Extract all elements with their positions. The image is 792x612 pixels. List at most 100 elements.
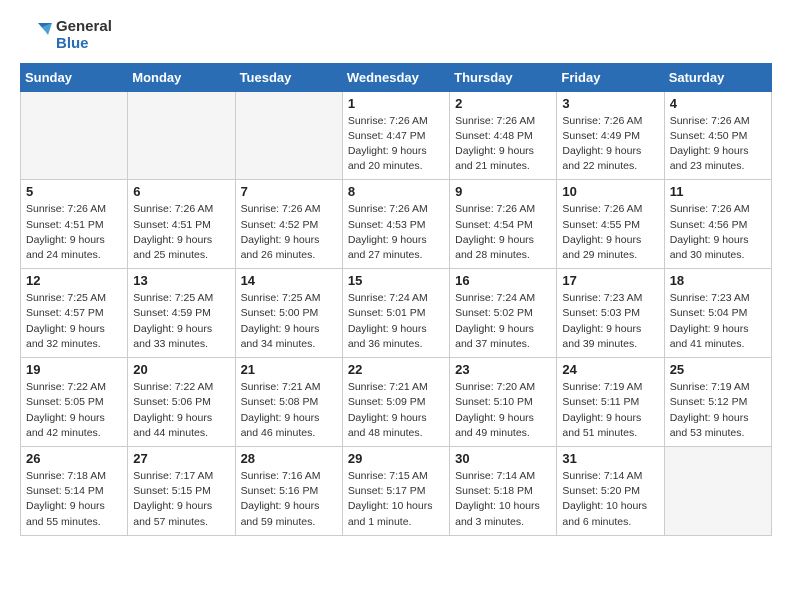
- calendar-cell: 1 Sunrise: 7:26 AMSunset: 4:47 PMDaylight…: [342, 91, 449, 180]
- day-number: 2: [455, 96, 551, 111]
- calendar-cell: 24 Sunrise: 7:19 AMSunset: 5:11 PMDayligh…: [557, 358, 664, 447]
- weekday-header: Thursday: [450, 63, 557, 91]
- calendar-cell: 23 Sunrise: 7:20 AMSunset: 5:10 PMDayligh…: [450, 358, 557, 447]
- calendar-week-row: 12 Sunrise: 7:25 AMSunset: 4:57 PMDayligh…: [21, 269, 772, 358]
- calendar-cell: 15 Sunrise: 7:24 AMSunset: 5:01 PMDayligh…: [342, 269, 449, 358]
- calendar-cell: 28 Sunrise: 7:16 AMSunset: 5:16 PMDayligh…: [235, 447, 342, 536]
- day-info: Sunrise: 7:19 AMSunset: 5:11 PMDaylight:…: [562, 380, 658, 441]
- day-info: Sunrise: 7:15 AMSunset: 5:17 PMDaylight:…: [348, 469, 444, 530]
- day-info: Sunrise: 7:14 AMSunset: 5:20 PMDaylight:…: [562, 469, 658, 530]
- calendar-cell: [235, 91, 342, 180]
- day-info: Sunrise: 7:20 AMSunset: 5:10 PMDaylight:…: [455, 380, 551, 441]
- day-info: Sunrise: 7:26 AMSunset: 4:55 PMDaylight:…: [562, 202, 658, 263]
- calendar-cell: [21, 91, 128, 180]
- calendar-cell: 10 Sunrise: 7:26 AMSunset: 4:55 PMDayligh…: [557, 180, 664, 269]
- calendar-cell: 9 Sunrise: 7:26 AMSunset: 4:54 PMDaylight…: [450, 180, 557, 269]
- day-number: 15: [348, 273, 444, 288]
- weekday-header: Sunday: [21, 63, 128, 91]
- calendar-cell: 5Sunrise: 7:26 AMSunset: 4:51 PMDaylight…: [21, 180, 128, 269]
- calendar-week-row: 1 Sunrise: 7:26 AMSunset: 4:47 PMDaylight…: [21, 91, 772, 180]
- calendar-cell: 4Sunrise: 7:26 AMSunset: 4:50 PMDaylight…: [664, 91, 771, 180]
- day-info: Sunrise: 7:26 AMSunset: 4:52 PMDaylight:…: [241, 202, 337, 263]
- day-info: Sunrise: 7:23 AMSunset: 5:04 PMDaylight:…: [670, 291, 766, 352]
- day-info: Sunrise: 7:26 AMSunset: 4:54 PMDaylight:…: [455, 202, 551, 263]
- day-info: Sunrise: 7:26 AMSunset: 4:51 PMDaylight:…: [133, 202, 229, 263]
- day-info: Sunrise: 7:14 AMSunset: 5:18 PMDaylight:…: [455, 469, 551, 530]
- calendar-page: General Blue SundayMondayTuesdayWednesda…: [0, 0, 792, 554]
- weekday-header: Saturday: [664, 63, 771, 91]
- calendar-cell: 25 Sunrise: 7:19 AMSunset: 5:12 PMDayligh…: [664, 358, 771, 447]
- day-number: 1: [348, 96, 444, 111]
- calendar-cell: [128, 91, 235, 180]
- logo-container: General Blue: [20, 18, 112, 53]
- day-number: 3: [562, 96, 658, 111]
- day-number: 11: [670, 184, 766, 199]
- weekday-header: Tuesday: [235, 63, 342, 91]
- day-number: 8: [348, 184, 444, 199]
- day-number: 16: [455, 273, 551, 288]
- day-info: Sunrise: 7:25 AMSunset: 4:59 PMDaylight:…: [133, 291, 229, 352]
- day-number: 28: [241, 451, 337, 466]
- calendar-cell: 30 Sunrise: 7:14 AMSunset: 5:18 PMDayligh…: [450, 447, 557, 536]
- calendar-cell: 12 Sunrise: 7:25 AMSunset: 4:57 PMDayligh…: [21, 269, 128, 358]
- day-info: Sunrise: 7:23 AMSunset: 5:03 PMDaylight:…: [562, 291, 658, 352]
- day-number: 30: [455, 451, 551, 466]
- day-info: Sunrise: 7:26 AMSunset: 4:49 PMDaylight:…: [562, 114, 658, 175]
- weekday-header: Monday: [128, 63, 235, 91]
- day-info: Sunrise: 7:25 AMSunset: 4:57 PMDaylight:…: [26, 291, 122, 352]
- calendar-cell: 13 Sunrise: 7:25 AMSunset: 4:59 PMDayligh…: [128, 269, 235, 358]
- calendar-cell: 14Sunrise: 7:25 AMSunset: 5:00 PMDayligh…: [235, 269, 342, 358]
- calendar-cell: 20 Sunrise: 7:22 AMSunset: 5:06 PMDayligh…: [128, 358, 235, 447]
- day-number: 23: [455, 362, 551, 377]
- day-number: 20: [133, 362, 229, 377]
- calendar-cell: 31 Sunrise: 7:14 AMSunset: 5:20 PMDayligh…: [557, 447, 664, 536]
- day-number: 29: [348, 451, 444, 466]
- day-number: 9: [455, 184, 551, 199]
- day-info: Sunrise: 7:19 AMSunset: 5:12 PMDaylight:…: [670, 380, 766, 441]
- day-number: 24: [562, 362, 658, 377]
- day-number: 10: [562, 184, 658, 199]
- calendar-week-row: 26 Sunrise: 7:18 AMSunset: 5:14 PMDayligh…: [21, 447, 772, 536]
- logo: General Blue: [20, 18, 112, 53]
- calendar-cell: 17 Sunrise: 7:23 AMSunset: 5:03 PMDayligh…: [557, 269, 664, 358]
- calendar-cell: [664, 447, 771, 536]
- day-number: 31: [562, 451, 658, 466]
- calendar-cell: 16 Sunrise: 7:24 AMSunset: 5:02 PMDayligh…: [450, 269, 557, 358]
- calendar-cell: 2 Sunrise: 7:26 AMSunset: 4:48 PMDaylight…: [450, 91, 557, 180]
- logo-general: General: [56, 18, 112, 35]
- day-number: 7: [241, 184, 337, 199]
- day-info: Sunrise: 7:26 AMSunset: 4:48 PMDaylight:…: [455, 114, 551, 175]
- day-info: Sunrise: 7:17 AMSunset: 5:15 PMDaylight:…: [133, 469, 229, 530]
- day-number: 25: [670, 362, 766, 377]
- day-info: Sunrise: 7:25 AMSunset: 5:00 PMDaylight:…: [241, 291, 337, 352]
- day-number: 6: [133, 184, 229, 199]
- logo-text: General Blue: [56, 18, 112, 53]
- day-info: Sunrise: 7:18 AMSunset: 5:14 PMDaylight:…: [26, 469, 122, 530]
- day-number: 12: [26, 273, 122, 288]
- calendar-week-row: 19 Sunrise: 7:22 AMSunset: 5:05 PMDayligh…: [21, 358, 772, 447]
- calendar-cell: 7 Sunrise: 7:26 AMSunset: 4:52 PMDaylight…: [235, 180, 342, 269]
- weekday-header: Wednesday: [342, 63, 449, 91]
- day-info: Sunrise: 7:26 AMSunset: 4:47 PMDaylight:…: [348, 114, 444, 175]
- day-number: 21: [241, 362, 337, 377]
- calendar-cell: 3 Sunrise: 7:26 AMSunset: 4:49 PMDaylight…: [557, 91, 664, 180]
- day-info: Sunrise: 7:26 AMSunset: 4:56 PMDaylight:…: [670, 202, 766, 263]
- calendar-cell: 26 Sunrise: 7:18 AMSunset: 5:14 PMDayligh…: [21, 447, 128, 536]
- day-info: Sunrise: 7:26 AMSunset: 4:53 PMDaylight:…: [348, 202, 444, 263]
- day-info: Sunrise: 7:16 AMSunset: 5:16 PMDaylight:…: [241, 469, 337, 530]
- day-number: 17: [562, 273, 658, 288]
- day-info: Sunrise: 7:24 AMSunset: 5:01 PMDaylight:…: [348, 291, 444, 352]
- weekday-header-row: SundayMondayTuesdayWednesdayThursdayFrid…: [21, 63, 772, 91]
- day-number: 4: [670, 96, 766, 111]
- calendar-cell: 27Sunrise: 7:17 AMSunset: 5:15 PMDayligh…: [128, 447, 235, 536]
- day-info: Sunrise: 7:22 AMSunset: 5:06 PMDaylight:…: [133, 380, 229, 441]
- day-number: 26: [26, 451, 122, 466]
- day-info: Sunrise: 7:22 AMSunset: 5:05 PMDaylight:…: [26, 380, 122, 441]
- day-number: 19: [26, 362, 122, 377]
- day-info: Sunrise: 7:26 AMSunset: 4:51 PMDaylight:…: [26, 202, 122, 263]
- day-info: Sunrise: 7:24 AMSunset: 5:02 PMDaylight:…: [455, 291, 551, 352]
- logo-bird-icon: [20, 19, 52, 51]
- calendar-table: SundayMondayTuesdayWednesdayThursdayFrid…: [20, 63, 772, 536]
- day-number: 18: [670, 273, 766, 288]
- day-number: 13: [133, 273, 229, 288]
